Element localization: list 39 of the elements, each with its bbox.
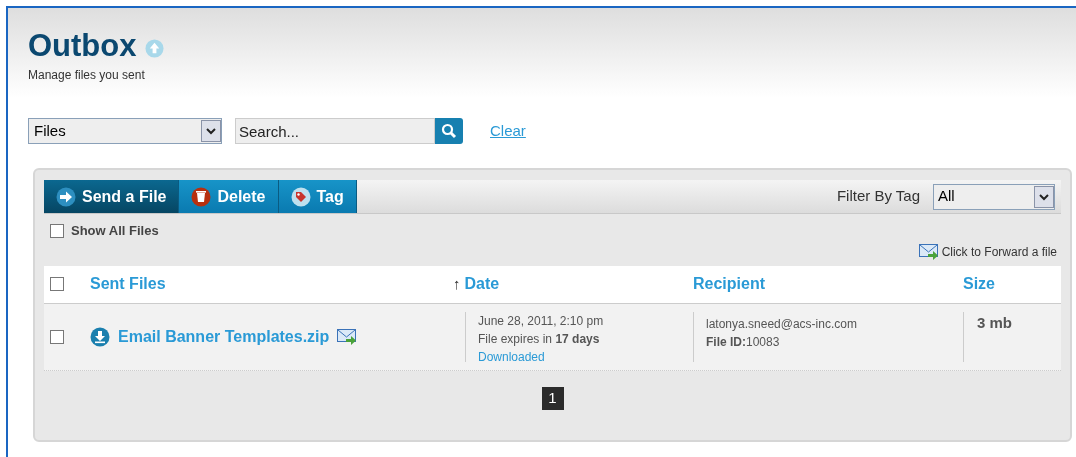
page-button[interactable]: 1 xyxy=(541,386,564,410)
search-button[interactable] xyxy=(435,118,463,144)
column-header[interactable]: Date xyxy=(464,272,500,296)
tag-icon xyxy=(290,186,311,207)
upload-icon xyxy=(144,38,164,58)
download-icon xyxy=(90,326,110,347)
toolbar-button[interactable]: Tag xyxy=(278,180,357,213)
page-title: Outbox xyxy=(28,28,137,64)
toolbar-button[interactable]: Delete xyxy=(179,180,279,213)
trash-icon xyxy=(191,186,212,207)
recipient-email: latonya.sneed@acs-inc.com xyxy=(706,315,858,333)
clear-link[interactable]: Clear xyxy=(490,119,526,143)
file-size: 3 mb xyxy=(977,313,1012,331)
caret-icon xyxy=(201,120,221,142)
checkbox[interactable] xyxy=(50,223,64,238)
filter-label: Filter By Tag xyxy=(836,186,920,207)
sort-arrow-icon: ↑ xyxy=(453,272,461,296)
toolbar-button[interactable]: Send a File xyxy=(44,180,180,213)
file-link[interactable]: Email Banner Templates.zip xyxy=(118,324,330,349)
page-subtitle: Manage files you sent xyxy=(28,67,146,84)
column-header[interactable]: Sent Files xyxy=(90,272,166,296)
status-link[interactable]: Downloaded xyxy=(478,349,545,364)
checkbox-label: Show All Files xyxy=(71,222,159,240)
scope-select[interactable]: Files xyxy=(28,118,222,144)
arrow-right-icon xyxy=(56,186,76,207)
forward-mail-icon xyxy=(918,243,939,260)
search-field[interactable]: Search... xyxy=(235,118,435,144)
forward-mail-icon[interactable] xyxy=(337,328,358,345)
tag-filter-select[interactable]: All xyxy=(933,183,1055,210)
search-icon xyxy=(441,123,457,139)
forward-link[interactable]: Click to Forward a file xyxy=(941,242,1057,261)
column-header[interactable]: Recipient xyxy=(693,272,765,296)
checkbox[interactable] xyxy=(50,329,64,344)
checkbox[interactable] xyxy=(50,277,64,291)
file-id-text: File ID:10083 xyxy=(706,333,781,351)
column-header[interactable]: Size xyxy=(963,272,995,296)
date-text: June 28, 2011, 2:10 pm xyxy=(478,312,605,330)
caret-icon xyxy=(1034,185,1054,208)
expiry-text: File expires in 17 days xyxy=(478,330,601,348)
